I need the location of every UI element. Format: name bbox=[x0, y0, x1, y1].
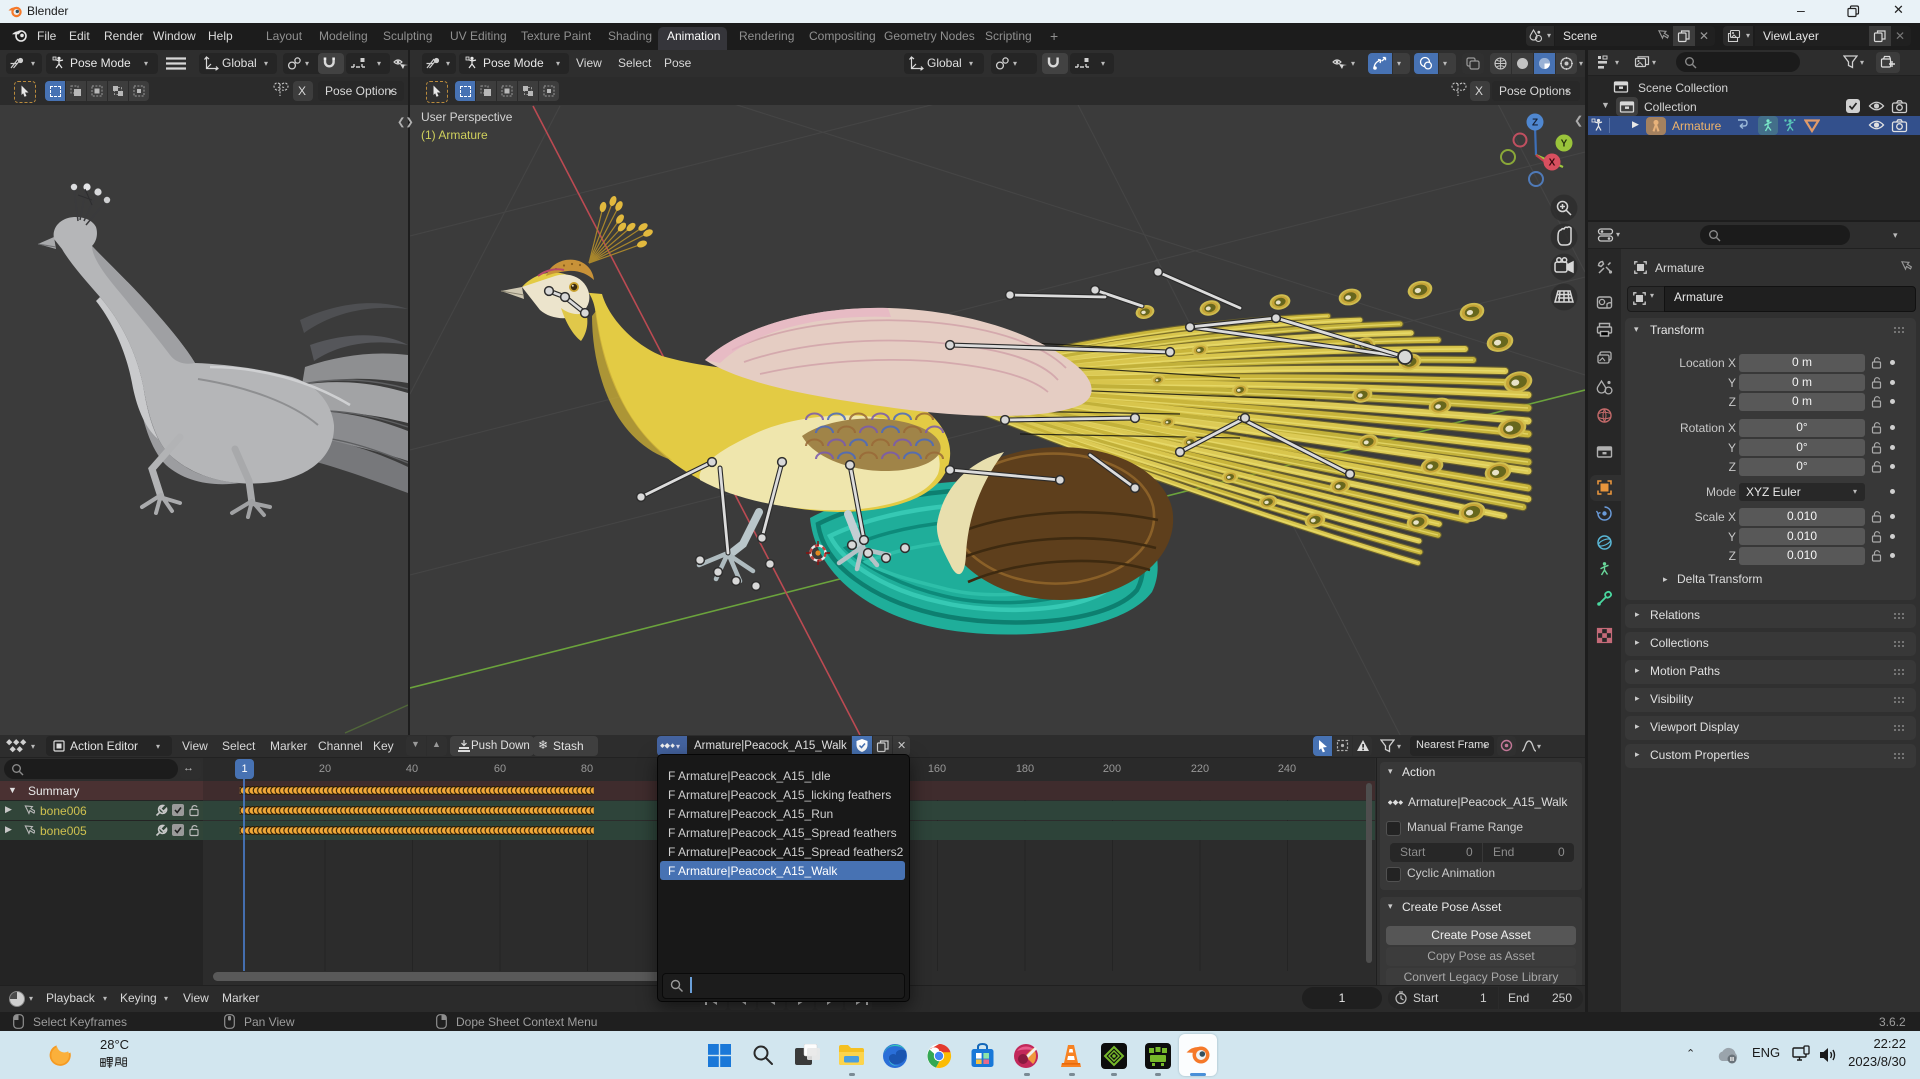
svg-text:240: 240 bbox=[1278, 763, 1296, 775]
svg-text:60: 60 bbox=[494, 763, 506, 775]
svg-text:80: 80 bbox=[581, 763, 593, 775]
svg-text:40: 40 bbox=[406, 763, 418, 775]
svg-text:180: 180 bbox=[1016, 763, 1034, 775]
svg-text:Y: Y bbox=[1561, 139, 1568, 150]
svg-text:160: 160 bbox=[928, 763, 946, 775]
svg-text:200: 200 bbox=[1103, 763, 1121, 775]
svg-text:X: X bbox=[1549, 158, 1556, 169]
svg-text:20: 20 bbox=[319, 763, 331, 775]
svg-text:220: 220 bbox=[1191, 763, 1209, 775]
svg-text:Z: Z bbox=[1532, 118, 1538, 129]
